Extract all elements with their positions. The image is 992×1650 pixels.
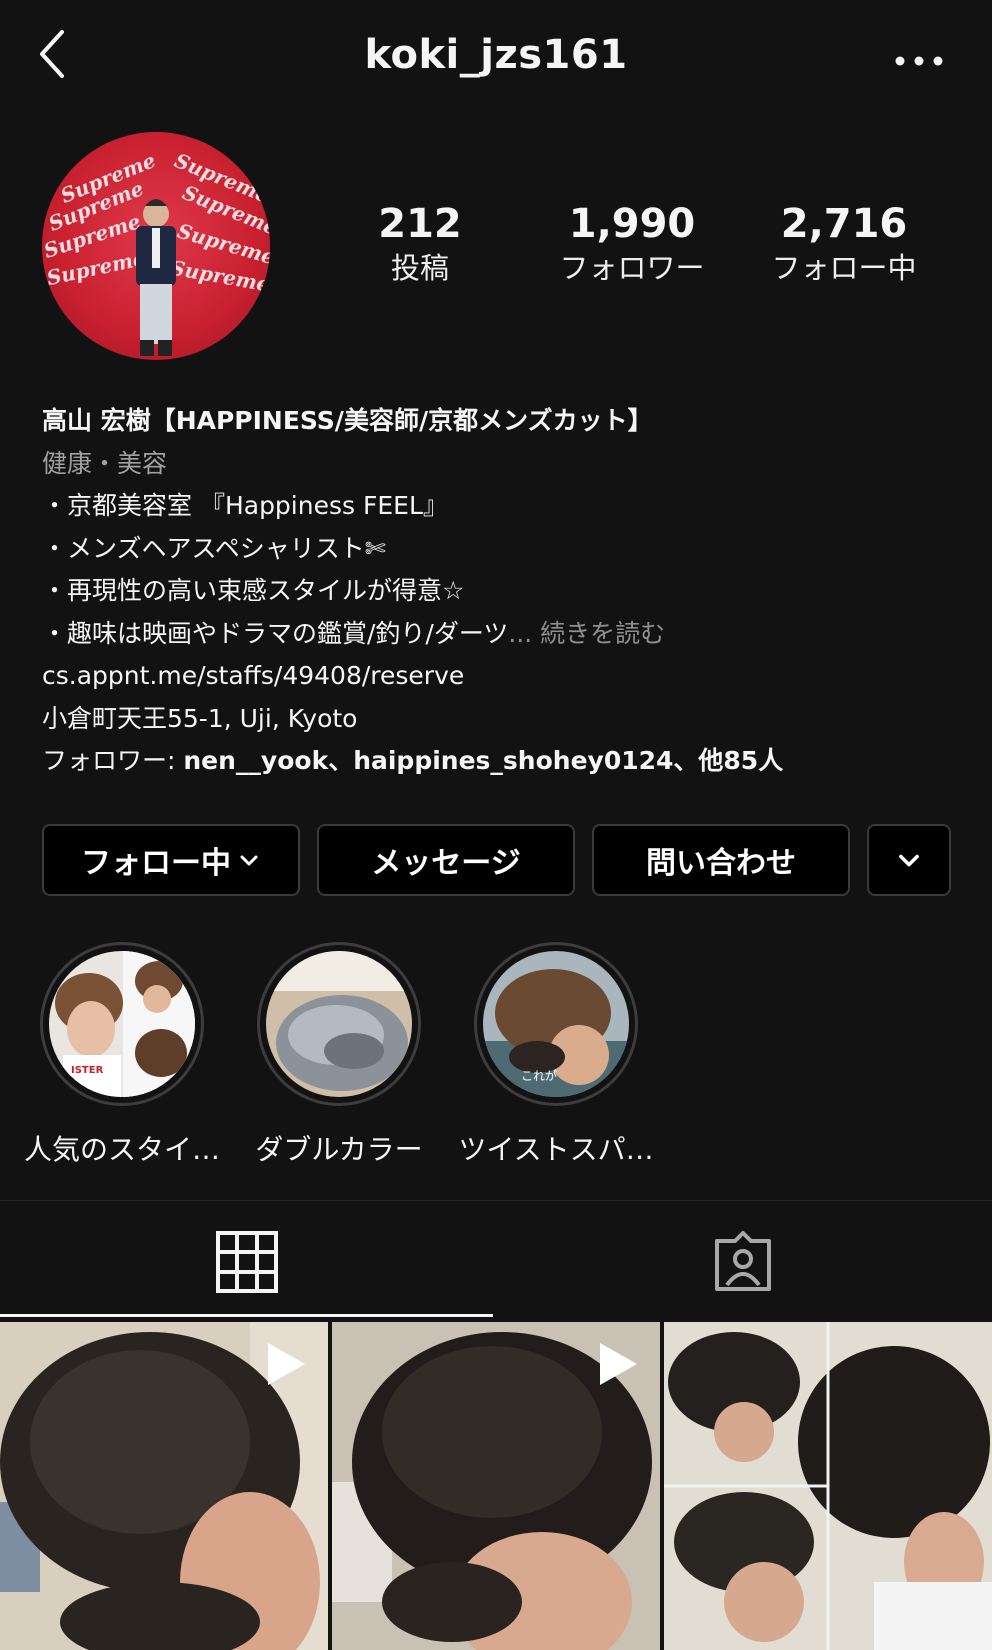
message-button-label: メッセージ <box>371 846 521 881</box>
profile-website-link[interactable]: cs.appnt.me/staffs/49408/reserve <box>42 655 962 698</box>
followed-by-names: nen__yook、haippines_shohey0124、他85人 <box>183 746 784 775</box>
bio-line: ・京都美容室 『Happiness FEEL』 <box>42 491 448 520</box>
highlight-ring: これが <box>474 942 638 1106</box>
highlight-ring: ISTER <box>40 942 204 1106</box>
stat-followers-count: 1,990 <box>568 201 696 247</box>
story-highlight[interactable]: ISTER 人気のスタイ… <box>22 942 222 1168</box>
bio-ellipsis: ... <box>508 618 533 648</box>
stat-posts[interactable]: 212 投稿 <box>330 200 510 288</box>
story-highlight[interactable]: ダブルカラー <box>239 942 439 1168</box>
more-options-button[interactable] <box>886 46 956 76</box>
bio-line: ・趣味は映画やドラマの鑑賞/釣り/ダーツ <box>42 618 509 648</box>
stat-posts-label: 投稿 <box>390 251 449 285</box>
highlight-cover <box>266 951 412 1097</box>
read-more-link[interactable]: 続きを読む <box>532 619 665 648</box>
suggested-accounts-button[interactable] <box>867 824 951 896</box>
highlight-label: ツイストスパ… <box>458 1133 654 1166</box>
profile-full-name: 高山 宏樹【HAPPINESS/美容師/京都メンズカット】 <box>42 406 653 435</box>
profile-category: 健康・美容 <box>42 448 168 478</box>
highlight-label: 人気のスタイ… <box>23 1133 220 1166</box>
followed-by-prefix: フォロワー: <box>42 746 184 775</box>
highlight-cover: ISTER <box>49 951 195 1097</box>
following-button-label: フォロー中 <box>81 846 231 881</box>
play-icon <box>268 1343 305 1385</box>
more-horizontal-icon <box>895 56 943 66</box>
profile-address[interactable]: 小倉町天王55-1, Uji, Kyoto <box>42 698 962 741</box>
profile-bio: 高山 宏樹【HAPPINESS/美容師/京都メンズカット】 健康・美容 ・京都美… <box>42 400 962 783</box>
highlight-overlay-text: これが <box>521 1069 558 1083</box>
chevron-down-icon <box>240 855 258 866</box>
contact-button-label: 問い合わせ <box>646 846 796 881</box>
following-button[interactable]: フォロー中 <box>42 824 300 896</box>
highlight-ring <box>257 942 421 1106</box>
story-highlight[interactable]: これが ツイストスパ… <box>456 942 656 1168</box>
post-thumbnail[interactable] <box>664 1322 992 1650</box>
stat-following-label: フォロー中 <box>771 251 917 285</box>
tab-posts-grid[interactable] <box>0 1201 493 1317</box>
post-thumbnail[interactable] <box>0 1322 328 1650</box>
bio-line: ・再現性の高い束感スタイルが得意☆ <box>42 576 465 605</box>
stat-following[interactable]: 2,716 フォロー中 <box>754 200 934 288</box>
stat-following-count: 2,716 <box>780 201 908 247</box>
stat-followers-label: フォロワー <box>559 251 705 285</box>
message-button[interactable]: メッセージ <box>317 824 575 896</box>
tab-tagged[interactable] <box>496 1201 992 1317</box>
post-thumbnail[interactable] <box>332 1322 660 1650</box>
stat-followers[interactable]: 1,990 フォロワー <box>542 200 722 288</box>
profile-username: koki_jzs161 <box>364 32 628 78</box>
grid-icon <box>216 1231 278 1293</box>
highlight-label: ダブルカラー <box>255 1133 423 1166</box>
followed-by[interactable]: フォロワー: nen__yook、haippines_shohey0124、他8… <box>42 740 962 783</box>
svg-text:ISTER: ISTER <box>71 1065 104 1076</box>
chevron-down-icon <box>899 854 919 867</box>
avatar-person-figure <box>136 199 176 356</box>
contact-button[interactable]: 問い合わせ <box>592 824 850 896</box>
highlight-cover: これが <box>483 951 629 1097</box>
bio-line-truncated: ・趣味は映画やドラマの鑑賞/釣り/ダーツ... 続きを読む <box>42 613 962 656</box>
play-icon <box>600 1343 637 1385</box>
stat-posts-count: 212 <box>378 201 462 247</box>
tagged-person-icon <box>715 1231 771 1291</box>
active-tab-indicator <box>0 1314 493 1317</box>
bio-line: ・メンズヘアスペシャリスト✄ <box>42 533 386 563</box>
profile-avatar[interactable]: Supreme Supreme Supreme Supreme Supreme … <box>42 132 270 360</box>
